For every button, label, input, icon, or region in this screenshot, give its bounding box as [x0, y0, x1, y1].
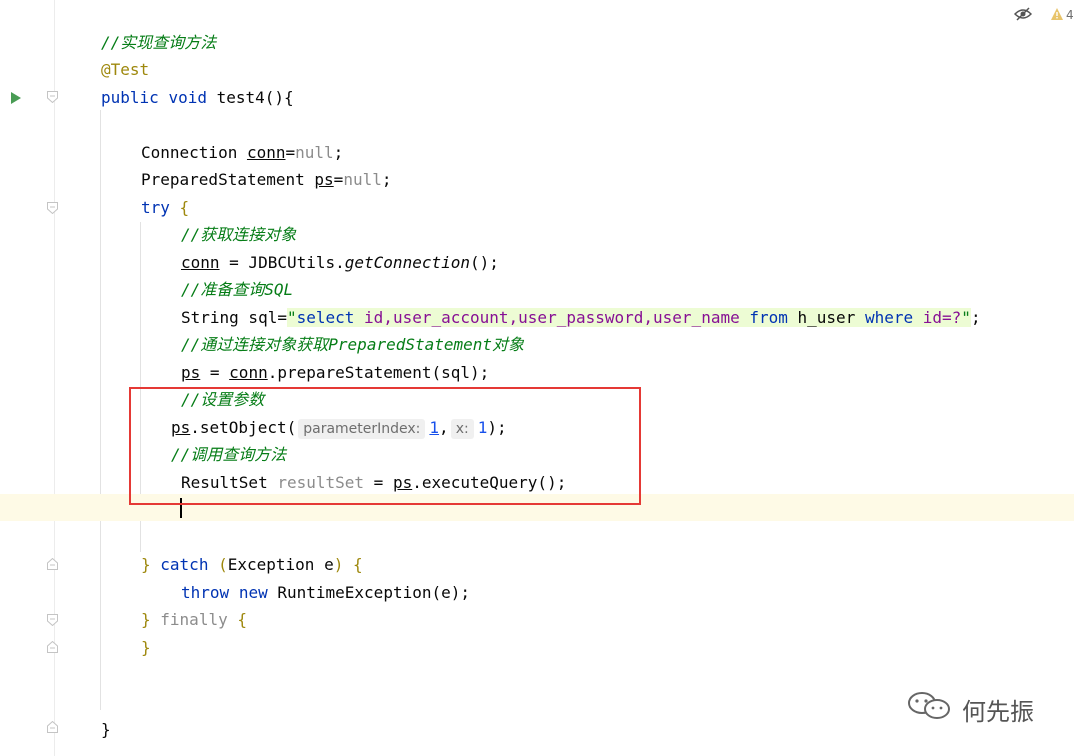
code-line[interactable]: //通过连接对象获取PreparedStatement对象	[0, 331, 1074, 358]
code-line[interactable]: @Test	[0, 56, 1074, 83]
code-line[interactable]: conn = JDBCUtils.getConnection();	[0, 249, 1074, 276]
eye-off-icon[interactable]	[1013, 6, 1033, 26]
code-line[interactable]: PreparedStatement ps=null;	[0, 166, 1074, 193]
code-line[interactable]: throw new RuntimeException(e);	[0, 579, 1074, 606]
warning-count: 4	[1066, 8, 1074, 22]
code-line[interactable]: }	[0, 634, 1074, 661]
code-line[interactable]: //获取连接对象	[0, 221, 1074, 248]
watermark-text: 何先振	[962, 697, 1034, 726]
code-line[interactable]: Connection conn=null;	[0, 139, 1074, 166]
code-line[interactable]: } catch (Exception e) {	[0, 551, 1074, 578]
code-line[interactable]: //实现查询方法	[0, 29, 1074, 56]
code-line[interactable]: String sql="select id,user_account,user_…	[0, 304, 1074, 331]
code-line[interactable]: //准备查询SQL	[0, 276, 1074, 303]
code-line[interactable]: try {	[0, 194, 1074, 221]
watermark: 何先振	[906, 690, 1034, 728]
code-line[interactable]: } finally {	[0, 606, 1074, 633]
code-line[interactable]: ps = conn.prepareStatement(sql);	[0, 359, 1074, 386]
wechat-icon	[906, 690, 954, 728]
warning-icon[interactable]	[1050, 6, 1064, 25]
code-line[interactable]: public void test4(){	[0, 84, 1074, 111]
highlight-box	[129, 387, 641, 505]
